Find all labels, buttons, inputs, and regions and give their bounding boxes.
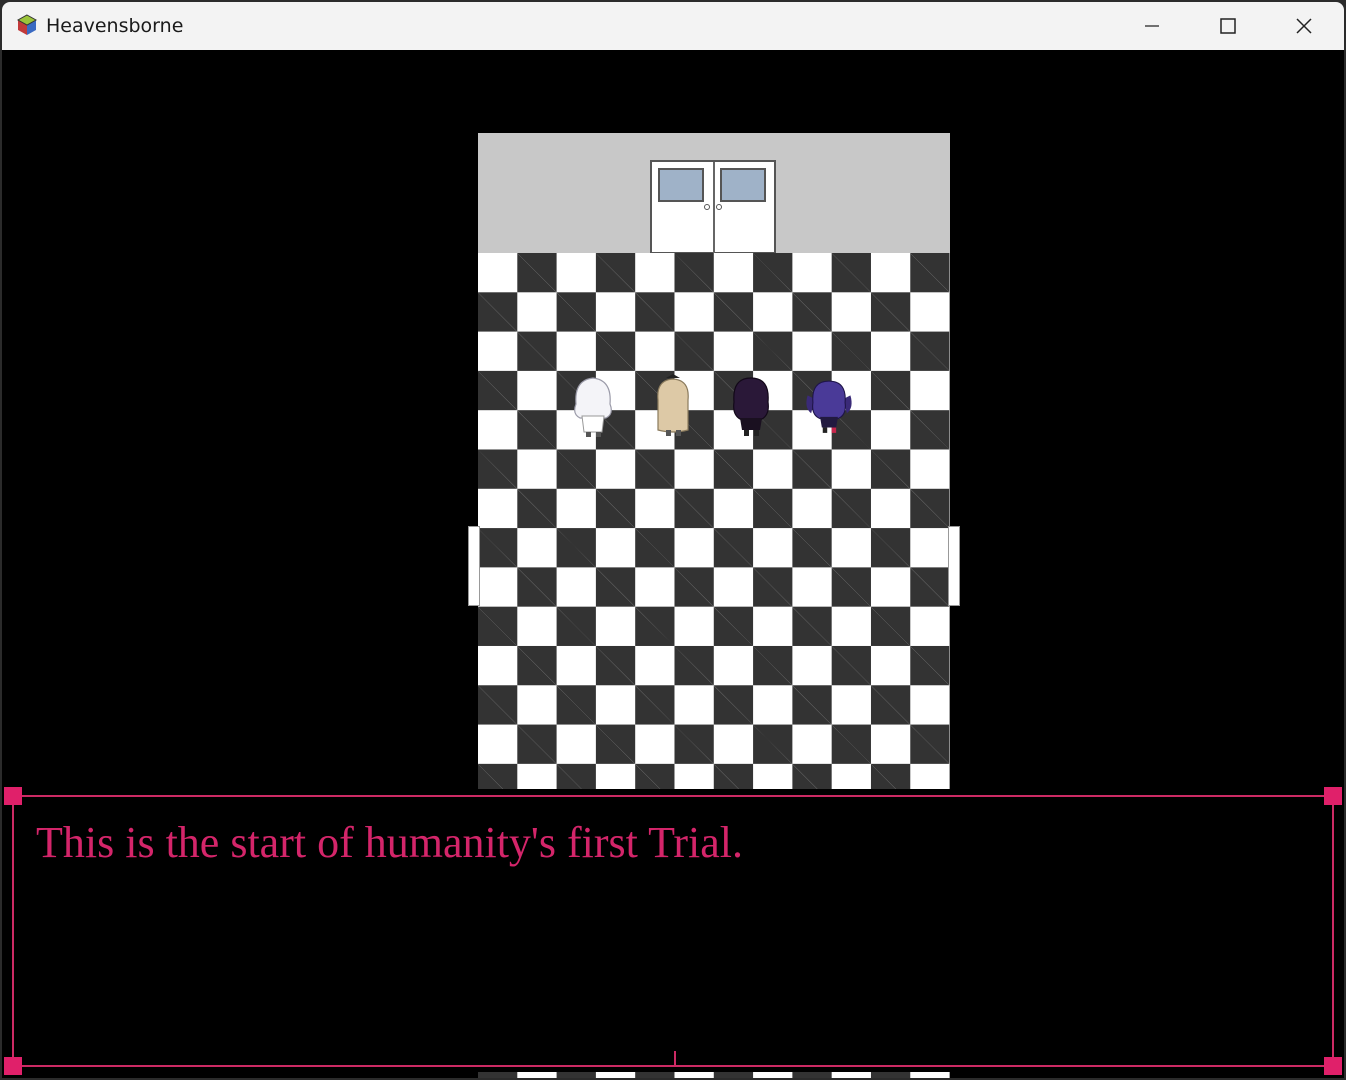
- dialog-box[interactable]: This is the start of humanity's first Tr…: [4, 787, 1342, 1075]
- door-window-left: [658, 168, 704, 202]
- floor-edge-bottom: [478, 1072, 950, 1078]
- maximize-button[interactable]: [1190, 2, 1266, 50]
- dialog-continue-indicator: [674, 1051, 676, 1065]
- game-window: Heavensborne This is the start of humani…: [2, 2, 1344, 1078]
- white-haired-character[interactable]: [568, 374, 618, 440]
- blonde-character[interactable]: [648, 374, 698, 440]
- title-bar[interactable]: Heavensborne: [2, 2, 1344, 50]
- minimize-icon: [1145, 25, 1159, 27]
- left-side-door[interactable]: [468, 526, 480, 606]
- door-knob-left: [704, 204, 710, 210]
- dialog-text: This is the start of humanity's first Tr…: [36, 818, 744, 867]
- corner-ornament: [1324, 787, 1342, 805]
- right-side-door[interactable]: [948, 526, 960, 606]
- window-title: Heavensborne: [46, 15, 184, 37]
- corner-ornament: [4, 787, 22, 805]
- minimize-button[interactable]: [1114, 2, 1190, 50]
- checkered-floor: [478, 253, 950, 789]
- dark-purple-haired-character[interactable]: [726, 374, 776, 440]
- purple-twintail-character[interactable]: [804, 374, 854, 440]
- corner-ornament: [4, 1057, 22, 1075]
- game-viewport[interactable]: This is the start of humanity's first Tr…: [2, 50, 1344, 1078]
- maximize-icon: [1220, 18, 1236, 34]
- door-window-right: [720, 168, 766, 202]
- close-icon: [1296, 18, 1312, 34]
- close-button[interactable]: [1266, 2, 1342, 50]
- door-split: [713, 162, 715, 254]
- double-door[interactable]: [650, 160, 776, 254]
- door-knob-right: [716, 204, 722, 210]
- corner-ornament: [1324, 1057, 1342, 1075]
- game-cube-icon: [16, 14, 38, 35]
